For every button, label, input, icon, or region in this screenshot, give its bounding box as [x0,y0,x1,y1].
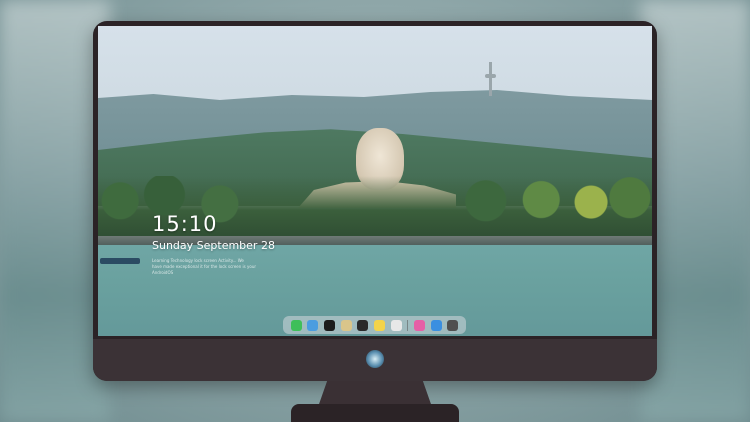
wallpaper-boat [100,258,140,264]
clock-icon[interactable] [323,319,335,331]
dock-separator [407,319,409,331]
video-icon[interactable] [357,319,369,331]
safari-icon[interactable] [430,319,442,331]
lockscreen-notice-line2: have made exceptional it for the lock sc… [152,264,257,275]
wallpaper-tower [489,62,492,96]
monitor-chin [93,339,657,381]
lockscreen-clock: 15:10 [152,212,218,236]
lockscreen-notice: Learning Technology lock screen Activity… [152,258,264,276]
contacts-icon[interactable] [340,319,352,331]
power-logo-icon[interactable] [366,350,384,368]
photos-icon[interactable] [390,319,402,331]
lockscreen-date: Sunday September 28 [152,239,275,252]
weather-icon[interactable] [307,319,319,331]
monitor-stand-base [291,404,459,422]
notes-icon[interactable] [373,319,385,331]
itunes-icon[interactable] [413,319,425,331]
wallpaper-tower-cap [485,74,496,78]
camera-icon[interactable] [447,319,459,331]
screen: 15:10 Sunday September 28 Learning Techn… [98,26,652,336]
dock [283,316,466,334]
messages-icon[interactable] [290,319,302,331]
